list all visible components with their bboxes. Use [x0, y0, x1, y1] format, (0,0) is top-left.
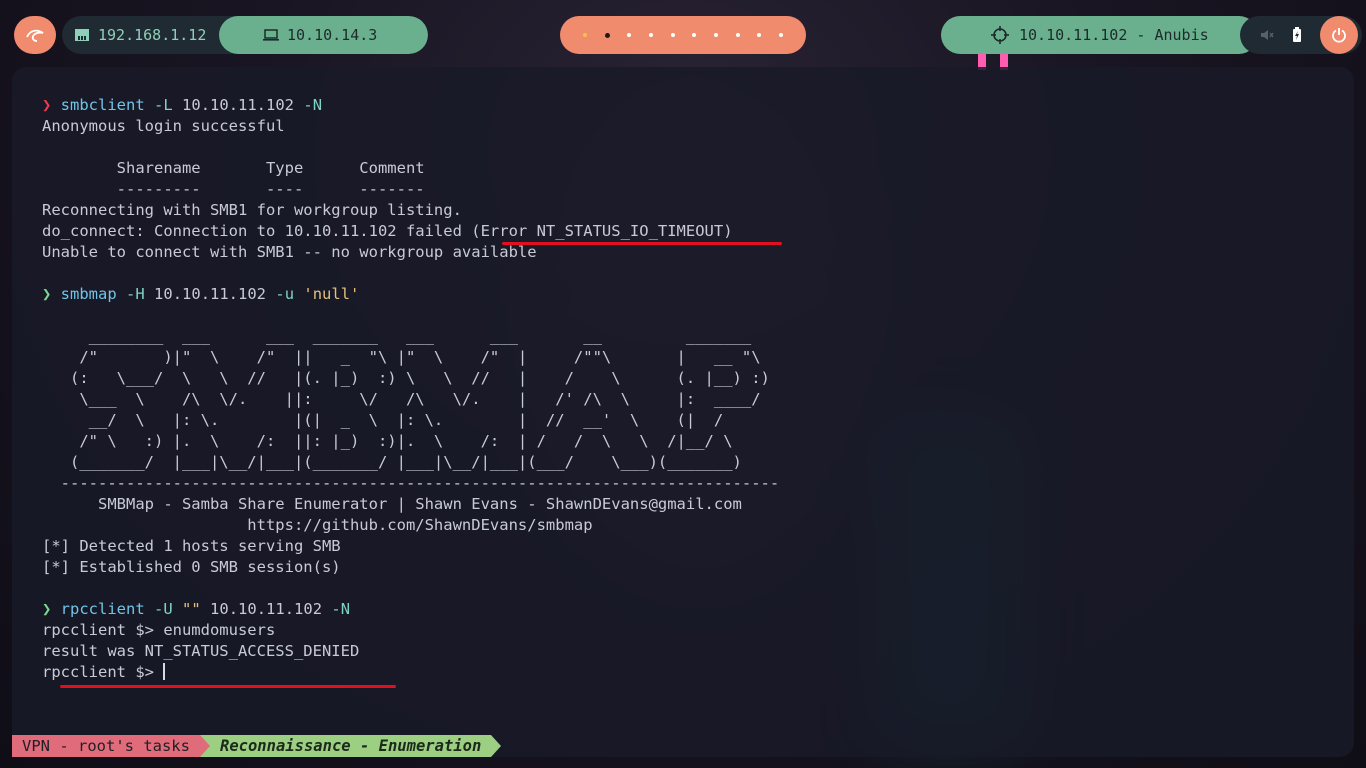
smbmap-banner: ________ ___ ___ _______ ___ ___ __ ____…: [60, 327, 780, 534]
command-arg: -H: [126, 285, 145, 303]
terminal-line: [*] Detected 1 hosts serving SMB: [42, 537, 341, 555]
lan-ip[interactable]: 192.168.1.12: [74, 16, 223, 54]
command-arg: 10.10.11.102: [210, 600, 323, 618]
annotation-underline: [502, 242, 782, 245]
terminal-line: do_connect: Connection to 10.10.11.102 f…: [42, 222, 733, 240]
command-arg: -U: [154, 600, 173, 618]
session-name[interactable]: VPN - root's tasks: [12, 735, 200, 757]
lan-ip-text: 192.168.1.12: [98, 26, 207, 44]
command-name: smbmap: [60, 285, 117, 303]
workspace-dot-9[interactable]: [757, 33, 762, 37]
ethernet-icon: [75, 29, 89, 41]
vpn-ip[interactable]: 10.10.14.3: [219, 16, 428, 54]
command-arg: -u: [275, 285, 295, 303]
terminal-line: Anonymous login successful: [42, 117, 285, 135]
terminal-line: result was NT_STATUS_ACCESS_DENIED: [42, 642, 360, 660]
terminal-output-rpcclient: [*] Detected 1 hosts serving SMB [*] Esta…: [42, 536, 1354, 683]
target-panel[interactable]: 10.10.11.102 - Anubis: [941, 16, 1258, 54]
power-icon: [1332, 28, 1346, 43]
command-arg: 10.10.11.102: [182, 96, 295, 114]
system-tray: [1240, 16, 1362, 54]
workspace-dot-2[interactable]: [604, 32, 610, 38]
prompt-symbol: ❯: [42, 600, 61, 618]
command-arg: 10.10.11.102: [154, 285, 267, 303]
terminal-line: rpcclient $>: [42, 663, 166, 681]
separator-arrow: [491, 735, 502, 757]
kali-dragon-icon: [26, 29, 44, 42]
command-arg: 'null': [303, 285, 360, 303]
command-line: ❯ rpcclient -U "" 10.10.11.102 -N: [42, 599, 1354, 620]
network-panel: 192.168.1.12 10.10.14.3: [62, 16, 428, 54]
workspace-dot-7[interactable]: [713, 33, 718, 37]
workspace-dot-6[interactable]: [692, 33, 697, 37]
terminal-line: Reconnecting with SMB1 for workgroup lis…: [42, 201, 462, 219]
command-arg: -N: [331, 600, 351, 618]
workspace-dot-10[interactable]: [779, 33, 784, 37]
terminal-output-smbclient: ❯ smbclient -L 10.10.11.102 -N Anonymous …: [42, 95, 1354, 305]
command-line: ❯ smbclient -L 10.10.11.102 -N: [42, 95, 1354, 116]
command-arg: -N: [303, 96, 323, 114]
workspace-dot-3[interactable]: [627, 33, 632, 37]
window-name[interactable]: Reconnaissance - Enumeration: [209, 735, 492, 757]
command-name: smbclient: [60, 96, 145, 114]
tmux-status-bar: VPN - root's tasks Reconnaissance - Enum…: [12, 735, 502, 757]
command-name: rpcclient: [60, 600, 145, 618]
command-line: ❯ smbmap -H 10.10.11.102 -u 'null': [42, 284, 1354, 305]
terminal-line: Sharename Type Comment: [42, 159, 425, 177]
command-arg: -L: [154, 96, 173, 114]
terminal-cursor: [163, 663, 166, 680]
battery-charging-icon[interactable]: [1292, 27, 1302, 43]
terminal-line: rpcclient $> enumdomusers: [42, 621, 276, 639]
laptop-icon: [263, 29, 279, 41]
prompt-symbol: ❯: [42, 96, 61, 114]
workspace-dot-5[interactable]: [670, 33, 675, 37]
vpn-ip-text: 10.10.14.3: [287, 26, 378, 44]
workspace-dot-4[interactable]: [648, 33, 653, 37]
speaker-muted-icon[interactable]: [1260, 29, 1274, 41]
separator-arrow: [199, 735, 210, 757]
workspace-dot-1[interactable]: [582, 33, 587, 37]
annotation-underline: [60, 685, 396, 688]
power-button[interactable]: [1320, 16, 1358, 54]
terminal-line: Unable to connect with SMB1 -- no workgr…: [42, 243, 537, 261]
menu-button[interactable]: [14, 16, 56, 54]
workspace-dot-8[interactable]: [735, 33, 740, 37]
prompt-symbol: ❯: [42, 285, 61, 303]
workspace-switcher: [560, 16, 806, 54]
terminal-window[interactable]: ❯ smbclient -L 10.10.11.102 -N Anonymous …: [12, 67, 1354, 757]
crosshair-icon: [991, 26, 1009, 44]
target-text: 10.10.11.102 - Anubis: [1019, 26, 1209, 44]
command-arg: "": [182, 600, 201, 618]
terminal-line: --------- ---- -------: [42, 180, 425, 198]
terminal-line: [*] Established 0 SMB session(s): [42, 558, 341, 576]
